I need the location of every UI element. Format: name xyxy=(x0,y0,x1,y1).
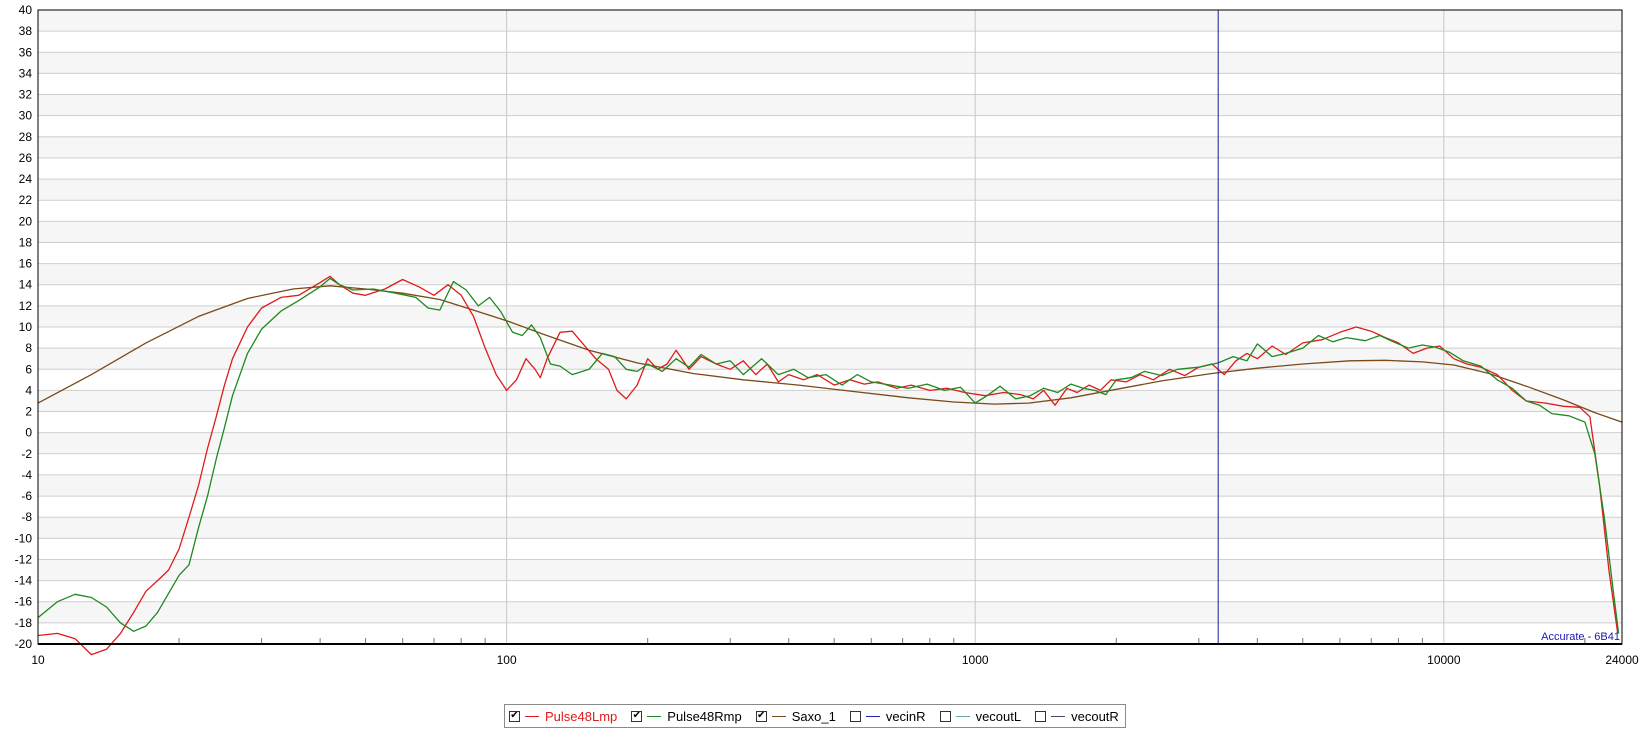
grid-band xyxy=(38,559,1622,581)
y-tick-label: 20 xyxy=(19,214,33,228)
y-tick-label: -6 xyxy=(21,489,32,503)
grid-band xyxy=(38,432,1622,454)
legend-item-pulse48rmp[interactable]: ✔ Pulse48Rmp xyxy=(631,708,742,724)
legend-checkbox[interactable] xyxy=(1035,710,1047,722)
legend-swatch xyxy=(865,715,880,717)
legend-label: Saxo_1 xyxy=(791,708,836,724)
y-tick-label: 16 xyxy=(19,257,33,271)
grid-band xyxy=(38,517,1622,539)
y-tick-label: 22 xyxy=(19,193,33,207)
legend-checkbox[interactable]: ✔ xyxy=(755,710,767,722)
x-tick-label: 10000 xyxy=(1427,653,1461,667)
grid-band xyxy=(38,474,1622,497)
legend-swatch xyxy=(955,715,970,717)
y-tick-label: 0 xyxy=(25,426,32,440)
legend-checkbox[interactable]: ✔ xyxy=(509,710,520,722)
y-tick-label: 28 xyxy=(19,130,33,144)
y-tick-label: -4 xyxy=(21,468,32,482)
watermark-text: Accurate - 6B41 xyxy=(1541,631,1620,643)
legend-item-saxo_1[interactable]: ✔ Saxo_1 xyxy=(755,708,836,724)
y-tick-label: 40 xyxy=(19,3,33,17)
x-tick-label: 100 xyxy=(497,653,517,667)
legend-swatch xyxy=(525,715,539,717)
grid-band xyxy=(38,601,1622,623)
frequency-response-chart: 4038363432302826242220181614121086420-2-… xyxy=(15,3,1639,667)
legend-checkbox[interactable] xyxy=(849,710,861,722)
legend-label: vecoutR xyxy=(1071,708,1119,724)
y-tick-label: -8 xyxy=(21,510,32,524)
x-axis-tick-labels: 10 100 1000 10000 24000 xyxy=(31,653,1639,667)
grid-band xyxy=(38,179,1622,201)
y-tick-label: 26 xyxy=(19,151,33,165)
y-tick-label: -12 xyxy=(15,552,33,566)
y-tick-label: -18 xyxy=(15,616,33,630)
y-tick-label: 6 xyxy=(25,362,32,376)
y-tick-label: 4 xyxy=(25,383,32,397)
grid-band xyxy=(38,52,1622,74)
legend-label: Pulse48Lmp xyxy=(545,708,618,724)
grid-band xyxy=(38,94,1622,116)
y-tick-label: -16 xyxy=(15,595,33,609)
grid-band xyxy=(38,221,1622,243)
legend-item-vecoutr[interactable]: vecoutR xyxy=(1035,709,1119,724)
legend-item-vecinr[interactable]: vecinR xyxy=(849,708,926,724)
grid-band xyxy=(38,10,1622,32)
x-tick-label: 24000 xyxy=(1605,653,1639,667)
legend: ✔ Pulse48Lmp ✔ Pulse48Rmp ✔ Saxo_1 vecinR vecou… xyxy=(504,704,1126,728)
y-tick-label: 32 xyxy=(19,88,33,102)
y-tick-label: 8 xyxy=(25,341,32,355)
y-tick-label: 38 xyxy=(19,24,33,38)
y-tick-label: -10 xyxy=(15,531,33,545)
y-tick-label: 14 xyxy=(19,278,33,292)
y-tick-label: -20 xyxy=(15,637,33,651)
y-tick-label: 24 xyxy=(19,172,33,186)
y-tick-label: 12 xyxy=(19,299,33,313)
y-tick-label: 2 xyxy=(25,405,32,419)
x-tick-label: 10 xyxy=(31,653,45,667)
legend-checkbox[interactable]: ✔ xyxy=(631,710,643,722)
y-tick-label: 34 xyxy=(19,66,33,80)
series-line-pulse48lmp xyxy=(37,275,1619,656)
y-tick-label: -2 xyxy=(21,447,32,461)
grid-band xyxy=(38,390,1622,412)
legend-label: vecoutL xyxy=(975,708,1022,724)
grid-band xyxy=(38,136,1622,158)
legend-item-pulse48lmp[interactable]: ✔ Pulse48Lmp xyxy=(509,709,617,724)
grid-band xyxy=(38,348,1622,370)
y-tick-label: 36 xyxy=(19,45,33,59)
series-curves xyxy=(37,275,1623,656)
legend-checkbox[interactable] xyxy=(939,710,951,722)
legend-item-vecoutl[interactable]: vecoutL xyxy=(939,708,1022,724)
legend-swatch xyxy=(771,715,786,717)
y-tick-label: 10 xyxy=(19,320,33,334)
y-tick-label: -14 xyxy=(15,574,33,588)
legend-swatch xyxy=(1051,715,1066,717)
y-tick-label: 30 xyxy=(19,109,33,123)
y-tick-label: 18 xyxy=(19,235,33,249)
legend-label: vecinR xyxy=(885,708,926,724)
y-axis-tick-labels: 4038363432302826242220181614121086420-2-… xyxy=(15,3,33,651)
legend-label: Pulse48Rmp xyxy=(667,708,742,724)
legend-swatch xyxy=(647,715,662,717)
x-tick-label: 1000 xyxy=(962,653,989,667)
grid-band xyxy=(38,263,1622,285)
